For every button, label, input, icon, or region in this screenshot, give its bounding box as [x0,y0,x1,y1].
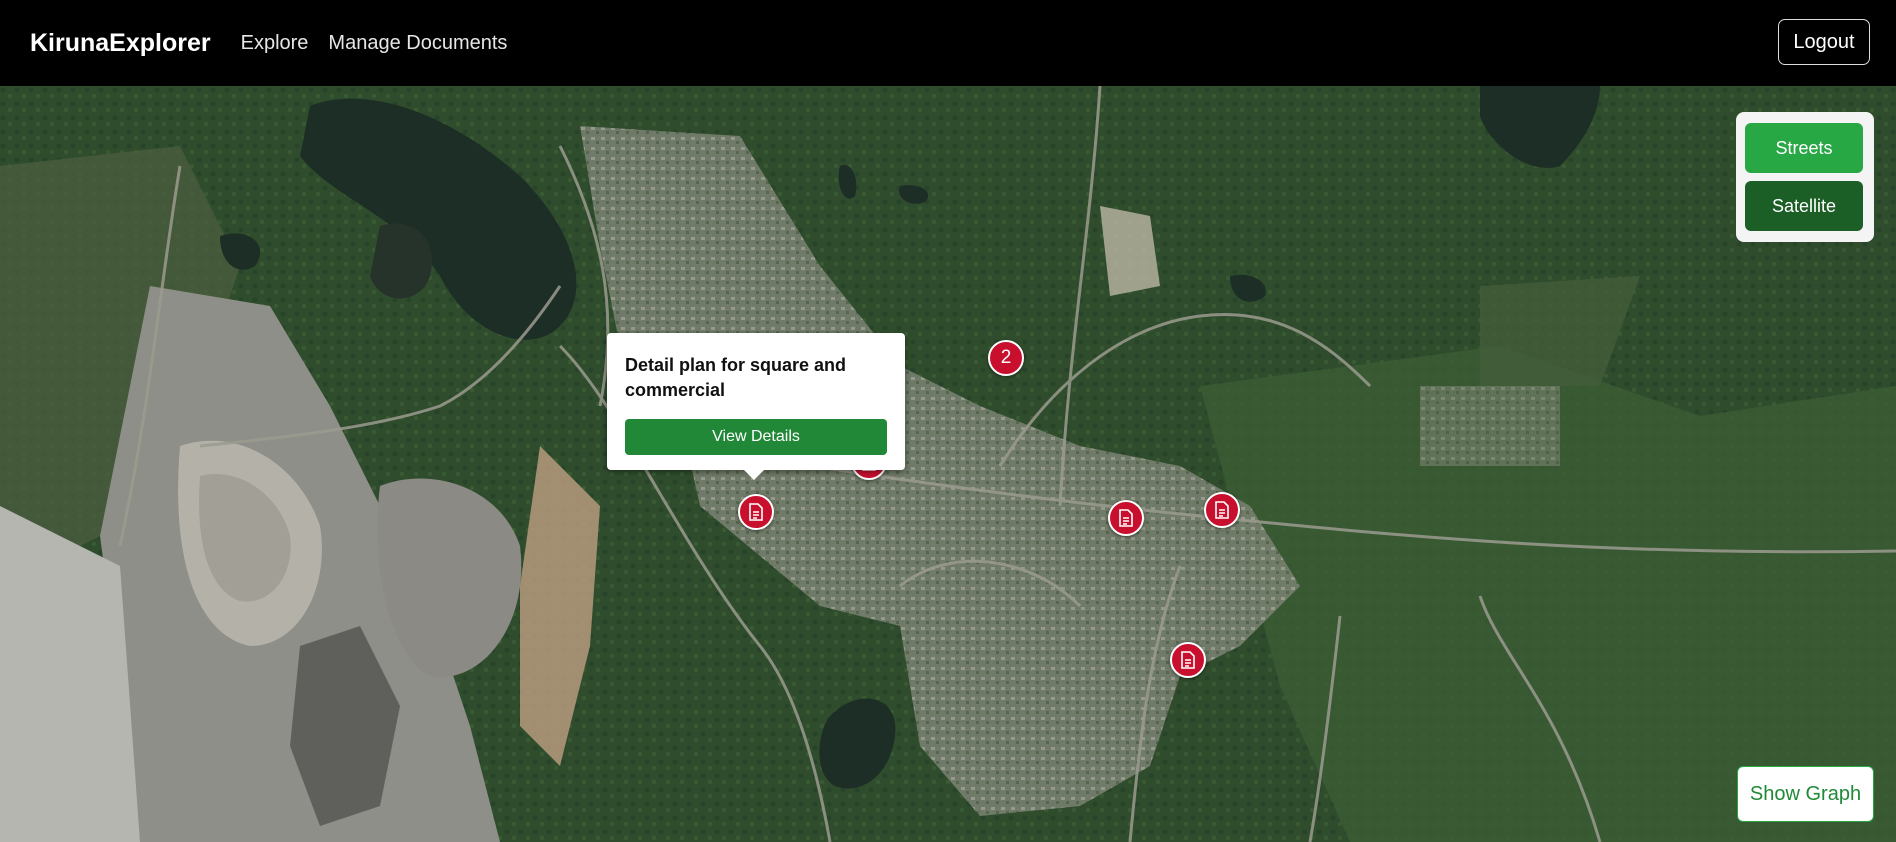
satellite-map[interactable]: 2 [0,86,1896,842]
navbar: KirunaExplorer Explore Manage Documents … [0,0,1896,86]
popup-tip [743,469,765,480]
document-icon [1119,509,1133,527]
brand-logo[interactable]: KirunaExplorer [30,29,211,58]
map-document-marker[interactable] [1170,642,1206,678]
satellite-imagery [0,86,1896,842]
document-popup: Detail plan for square and commercial Vi… [607,333,905,480]
satellite-layer-button[interactable]: Satellite [1745,181,1863,231]
map-document-marker[interactable] [1204,492,1240,528]
streets-layer-button[interactable]: Streets [1745,123,1863,173]
document-icon [1215,501,1229,519]
logout-button[interactable]: Logout [1778,19,1870,65]
map-document-marker[interactable] [1108,500,1144,536]
map-document-marker[interactable] [738,494,774,530]
nav-explore[interactable]: Explore [241,32,309,55]
popup-title: Detail plan for square and commercial [625,355,847,400]
cluster-count: 2 [1000,347,1012,368]
document-icon [749,503,763,521]
nav-manage-documents[interactable]: Manage Documents [328,32,507,55]
map-cluster-marker[interactable]: 2 [988,340,1024,376]
show-graph-button[interactable]: Show Graph [1737,766,1874,822]
view-details-button[interactable]: View Details [625,419,887,455]
map-layer-switcher: Streets Satellite [1736,112,1874,242]
document-icon [1181,651,1195,669]
